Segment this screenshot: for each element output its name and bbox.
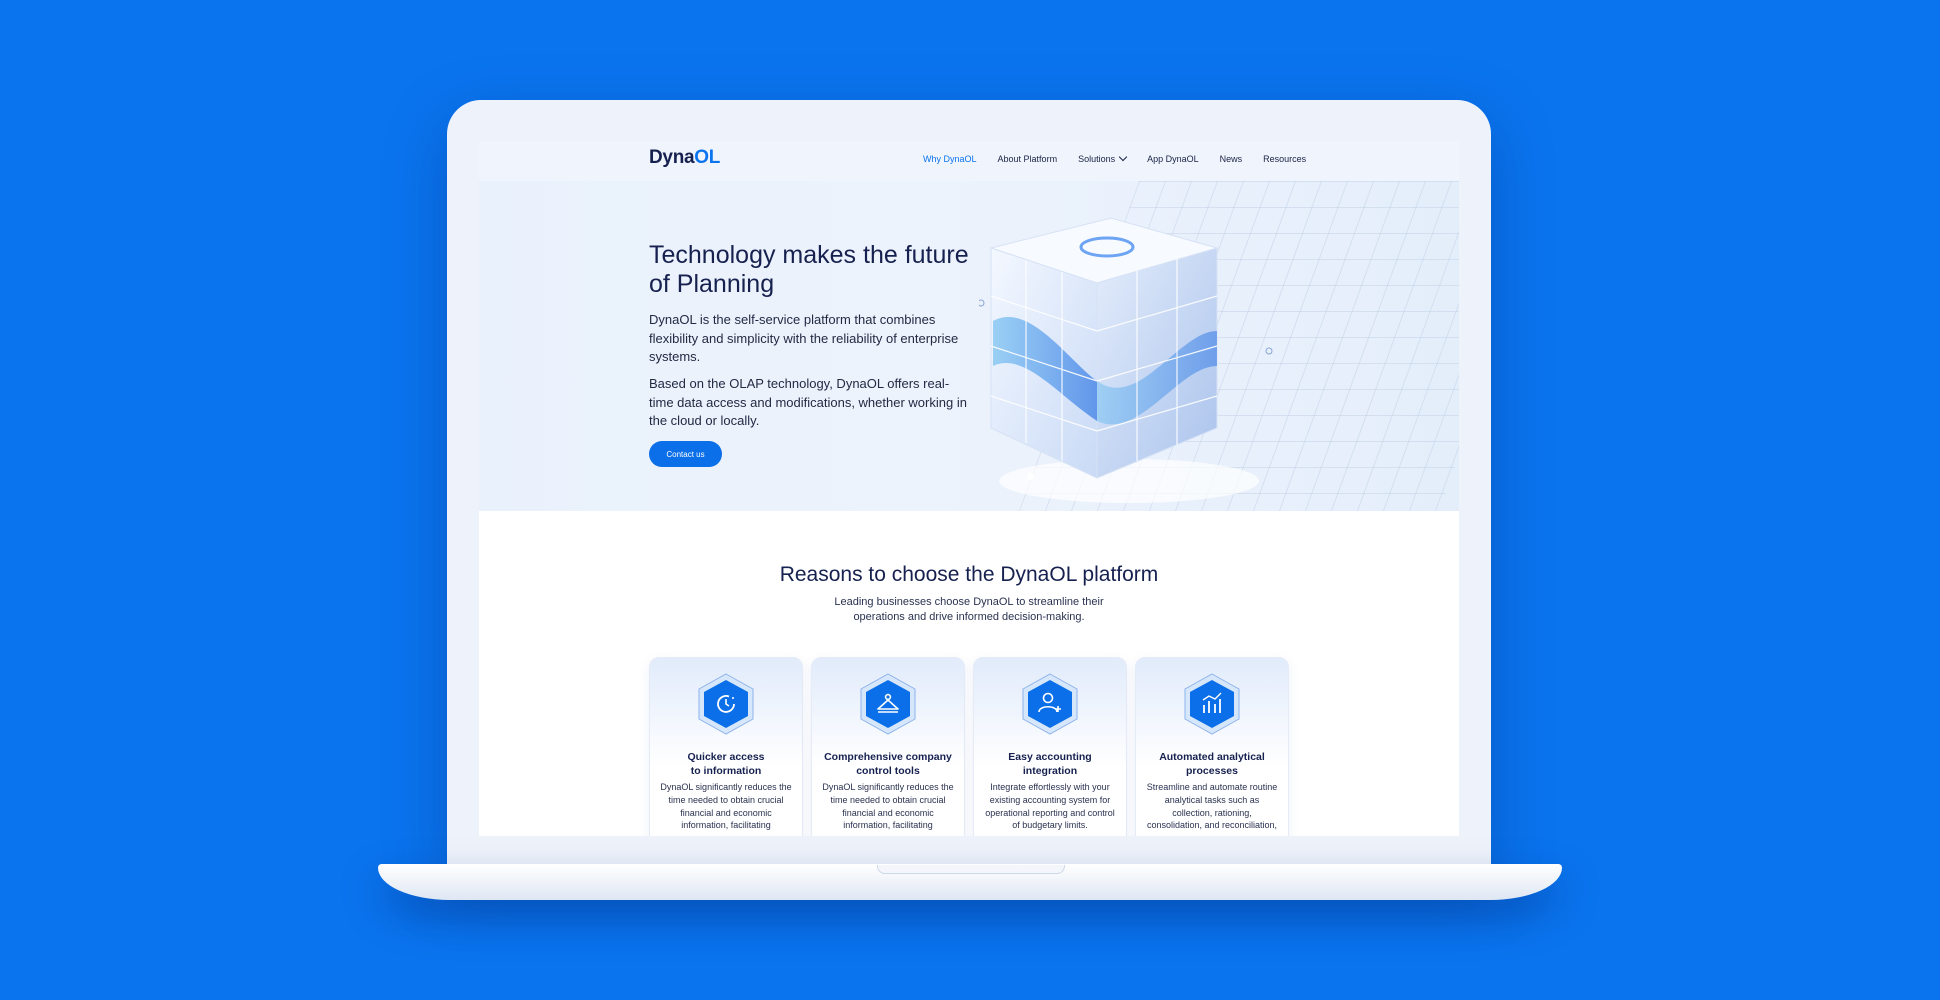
nav-solutions[interactable]: Solutions [1078, 152, 1128, 164]
reason-card[interactable]: Automated analytical processes Streamlin… [1135, 657, 1289, 836]
data-cube-illustration [979, 217, 1273, 503]
analytics-chart-icon [1184, 673, 1240, 735]
reason-card[interactable]: Easy accounting integration Integrate ef… [973, 657, 1127, 836]
hero-section: Technology makes the future of Planning … [479, 181, 1459, 511]
clock-refresh-icon [698, 673, 754, 735]
hero-paragraph-1: DynaOL is the self-service platform that… [649, 312, 959, 364]
card-text: DynaOL significantly reduces the time ne… [660, 782, 792, 831]
card-text: DynaOL significantly reduces the time ne… [822, 782, 954, 831]
laptop-notch [877, 865, 1065, 874]
nav-news[interactable]: News [1220, 154, 1243, 164]
nav-resources[interactable]: Resources [1263, 154, 1306, 164]
laptop-base [378, 864, 1562, 900]
nav-about-platform[interactable]: About Platform [998, 154, 1058, 164]
contact-us-button[interactable]: Contact us [649, 441, 722, 467]
card-title: Comprehensive company control tools [824, 751, 952, 777]
laptop-screen: DynaOL Why DynaOL About Platform Solutio… [479, 141, 1459, 836]
reasons-title: Reasons to choose the DynaOL platform [779, 563, 1159, 586]
main-nav: Why DynaOL About Platform Solutions App … [923, 152, 1327, 164]
logo-main: Dyna [649, 147, 695, 168]
carousel-dot[interactable] [1027, 473, 1034, 480]
chevron-down-icon [1118, 152, 1128, 162]
card-title: Easy accounting integration [1008, 751, 1092, 777]
user-add-icon [1022, 673, 1078, 735]
reason-card[interactable]: Quicker access to information DynaOL sig… [649, 657, 803, 836]
reason-card[interactable]: Comprehensive company control tools Dyna… [811, 657, 965, 836]
logo[interactable]: DynaOL [649, 147, 720, 169]
nav-app-dynaol[interactable]: App DynaOL [1147, 154, 1199, 164]
hero-paragraph-2: Based on the OLAP technology, DynaOL off… [649, 376, 967, 428]
card-text: Integrate effortlessly with your existin… [985, 782, 1115, 831]
hanger-tools-icon [860, 673, 916, 735]
reasons-subtitle: Leading businesses choose DynaOL to stre… [834, 596, 1104, 623]
card-title: Automated analytical processes [1159, 751, 1265, 777]
site-header: DynaOL Why DynaOL About Platform Solutio… [479, 141, 1459, 181]
card-text: Streamline and automate routine analytic… [1146, 782, 1278, 831]
nav-why-dynaol[interactable]: Why DynaOL [923, 154, 977, 164]
logo-accent: OL [694, 147, 721, 168]
card-title: Quicker access to information [687, 751, 765, 777]
nav-solutions-label: Solutions [1078, 154, 1116, 164]
hero-title: Technology makes the future of Planning [649, 241, 969, 298]
